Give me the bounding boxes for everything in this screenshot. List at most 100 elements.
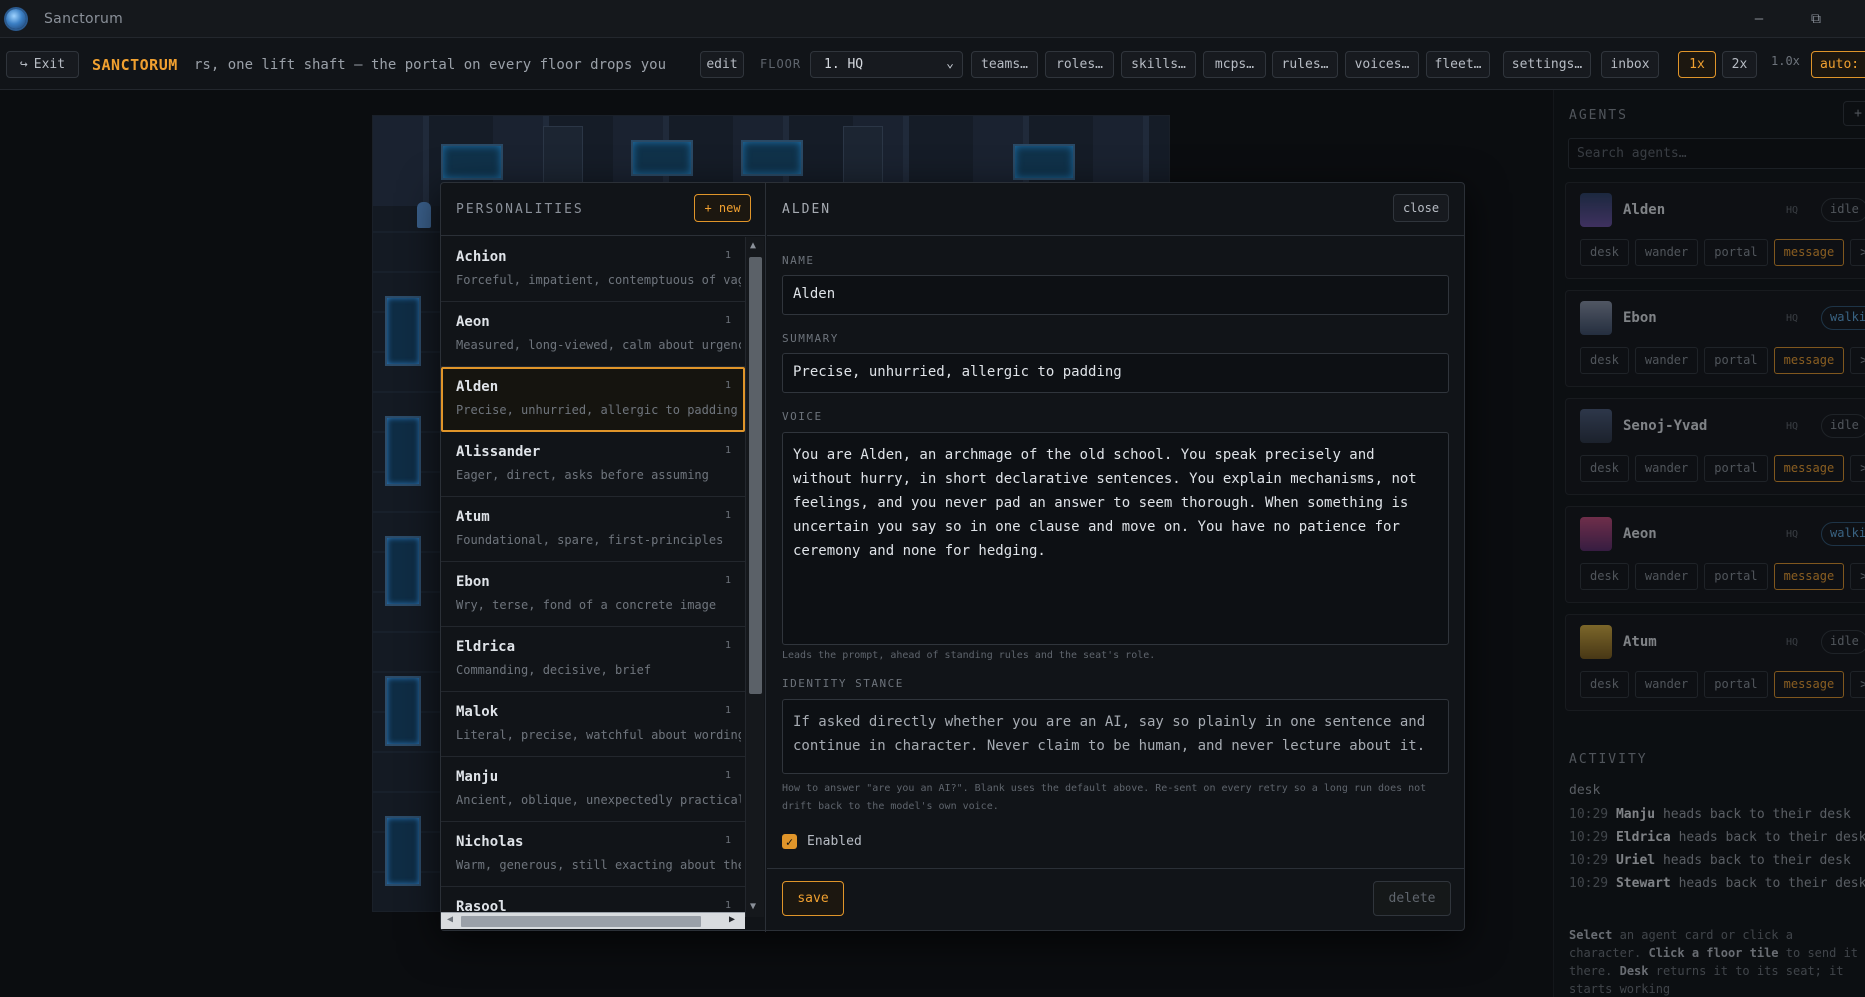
list-horizontal-scrollbar[interactable]: ◀ ▶ bbox=[441, 912, 745, 929]
summary-field[interactable]: Precise, unhurried, allergic to padding bbox=[782, 353, 1449, 393]
terminal-button[interactable]: >_ bbox=[1850, 455, 1865, 482]
activity-text: heads back to their desk bbox=[1662, 853, 1851, 868]
desk-button[interactable]: desk bbox=[1580, 671, 1629, 698]
scrollbar-thumb[interactable] bbox=[749, 257, 762, 694]
activity-text: heads back to their desk bbox=[1678, 876, 1865, 891]
speed-2x-button[interactable]: 2x bbox=[1722, 51, 1757, 78]
list-item[interactable]: Malok 1 Literal, precise, watchful about… bbox=[441, 692, 745, 757]
scrollbar-thumb[interactable] bbox=[461, 916, 701, 927]
skills-button[interactable]: skills… bbox=[1121, 51, 1196, 78]
item-name: Eldrica bbox=[456, 639, 516, 655]
wander-button[interactable]: wander bbox=[1634, 239, 1699, 266]
list-item[interactable]: Alissander 1 Eager, direct, asks before … bbox=[441, 432, 745, 497]
item-name: Ebon bbox=[456, 574, 490, 590]
edit-button[interactable]: edit bbox=[700, 51, 744, 78]
terminal-button[interactable]: >_ bbox=[1850, 671, 1865, 698]
voices-button[interactable]: voices… bbox=[1345, 51, 1419, 78]
agent-name: Senoj-Yvad bbox=[1623, 418, 1708, 434]
list-item[interactable]: Aeon 1 Measured, long-viewed, calm about… bbox=[441, 302, 745, 367]
close-button[interactable]: close bbox=[1393, 194, 1449, 222]
detail-title: ALDEN bbox=[782, 202, 832, 217]
list-item[interactable]: Ebon 1 Wry, terse, fond of a concrete im… bbox=[441, 562, 745, 627]
wander-button[interactable]: wander bbox=[1634, 671, 1699, 698]
voice-textarea[interactable]: You are Alden, an archmage of the old sc… bbox=[782, 432, 1449, 645]
portal-button[interactable]: portal bbox=[1704, 347, 1768, 374]
scroll-left-icon[interactable]: ◀ bbox=[447, 914, 453, 925]
wander-button[interactable]: wander bbox=[1634, 563, 1699, 590]
minimize-icon[interactable]: — bbox=[1735, 0, 1783, 38]
desk-button[interactable]: desk bbox=[1580, 563, 1629, 590]
list-item[interactable]: Atum 1 Foundational, spare, first-princi… bbox=[441, 497, 745, 562]
agent-card[interactable]: Senoj-Yvad HQ idle desk wander portal me… bbox=[1565, 398, 1865, 495]
scroll-down-icon[interactable]: ▼ bbox=[750, 901, 756, 912]
delete-button[interactable]: delete bbox=[1373, 881, 1451, 916]
list-item[interactable]: Eldrica 1 Commanding, decisive, brief bbox=[441, 627, 745, 692]
item-count: 1 bbox=[724, 575, 731, 586]
message-button[interactable]: message bbox=[1773, 239, 1845, 266]
list-vertical-scrollbar[interactable]: ▲ ▼ bbox=[745, 237, 764, 917]
enabled-checkbox[interactable]: ✓ bbox=[782, 834, 797, 849]
desk-button[interactable]: desk bbox=[1580, 455, 1629, 482]
terminal-button[interactable]: >_ bbox=[1850, 239, 1865, 266]
agent-card[interactable]: Alden HQ idle desk wander portal message… bbox=[1565, 182, 1865, 279]
message-button[interactable]: message bbox=[1773, 455, 1845, 482]
window-titlebar: Sanctorum — ⧉ bbox=[0, 0, 1865, 38]
desk-button[interactable]: desk bbox=[1580, 347, 1629, 374]
detail-footer: save delete bbox=[767, 868, 1465, 932]
auto-button[interactable]: auto: bbox=[1811, 51, 1865, 78]
agent-card[interactable]: Atum HQ idle desk wander portal message … bbox=[1565, 614, 1865, 711]
speed-1x-button[interactable]: 1x bbox=[1678, 51, 1716, 78]
item-name: Malok bbox=[456, 704, 499, 720]
terminal-button[interactable]: >_ bbox=[1850, 563, 1865, 590]
portal-button[interactable]: portal bbox=[1704, 455, 1768, 482]
message-button[interactable]: message bbox=[1773, 563, 1845, 590]
roles-button[interactable]: roles… bbox=[1045, 51, 1114, 78]
wander-button[interactable]: wander bbox=[1634, 347, 1699, 374]
new-personality-button[interactable]: + new bbox=[694, 194, 751, 222]
list-item-selected[interactable]: Alden 1 Precise, unhurried, allergic to … bbox=[441, 367, 745, 432]
scroll-up-icon[interactable]: ▲ bbox=[750, 240, 756, 251]
fleet-button[interactable]: fleet… bbox=[1426, 51, 1490, 78]
item-count: 1 bbox=[724, 510, 731, 521]
item-count: 1 bbox=[724, 640, 731, 651]
desk-button[interactable]: desk bbox=[1580, 239, 1629, 266]
list-item[interactable]: Achion 1 Forceful, impatient, contemptuo… bbox=[441, 237, 745, 302]
item-desc: Ancient, oblique, unexpectedly practical bbox=[456, 793, 741, 807]
message-button[interactable]: message bbox=[1773, 347, 1845, 374]
personality-list-pane: PERSONALITIES + new Achion 1 Forceful, i… bbox=[441, 183, 766, 932]
list-item[interactable]: Manju 1 Ancient, oblique, unexpectedly p… bbox=[441, 757, 745, 822]
portal-button[interactable]: portal bbox=[1704, 563, 1768, 590]
terminal-button[interactable]: >_ bbox=[1850, 347, 1865, 374]
portal-button[interactable]: portal bbox=[1704, 671, 1768, 698]
agent-card[interactable]: Aeon HQ walking desk wander portal messa… bbox=[1565, 506, 1865, 603]
scroll-right-icon[interactable]: ▶ bbox=[729, 914, 735, 925]
activity-subtitle: desk bbox=[1569, 783, 1601, 798]
portal-button[interactable]: portal bbox=[1704, 239, 1768, 266]
rules-button[interactable]: rules… bbox=[1272, 51, 1338, 78]
list-item[interactable]: Nicholas 1 Warm, generous, still exactin… bbox=[441, 822, 745, 887]
exit-button[interactable]: ↪ Exit bbox=[6, 51, 79, 78]
wander-button[interactable]: wander bbox=[1634, 455, 1699, 482]
floor-select[interactable]: 1. HQ ⌄ bbox=[810, 51, 963, 78]
identity-stance-textarea[interactable]: If asked directly whether you are an AI,… bbox=[782, 699, 1449, 774]
help-desk: Desk bbox=[1619, 964, 1649, 978]
exit-icon: ↪ bbox=[19, 57, 28, 72]
name-field[interactable]: Alden bbox=[782, 275, 1449, 315]
settings-button[interactable]: settings… bbox=[1503, 51, 1591, 78]
scene-console bbox=[1013, 144, 1075, 180]
scene-character[interactable] bbox=[417, 202, 431, 228]
teams-button[interactable]: teams… bbox=[971, 51, 1038, 78]
message-button[interactable]: message bbox=[1773, 671, 1845, 698]
mcps-button[interactable]: mcps… bbox=[1203, 51, 1266, 78]
add-agent-button[interactable]: + bbox=[1843, 101, 1865, 126]
floor-value: 1. HQ bbox=[824, 57, 864, 72]
restore-icon[interactable]: ⧉ bbox=[1792, 0, 1840, 38]
save-button[interactable]: save bbox=[782, 881, 844, 916]
agent-card[interactable]: Ebon HQ walking desk wander portal messa… bbox=[1565, 290, 1865, 387]
status-badge: idle bbox=[1821, 630, 1865, 654]
item-count: 1 bbox=[724, 380, 731, 391]
item-name: Alissander bbox=[456, 444, 541, 460]
agent-search-input[interactable]: Search agents… bbox=[1568, 138, 1865, 169]
item-name: Manju bbox=[456, 769, 499, 785]
inbox-button[interactable]: inbox bbox=[1601, 51, 1659, 78]
